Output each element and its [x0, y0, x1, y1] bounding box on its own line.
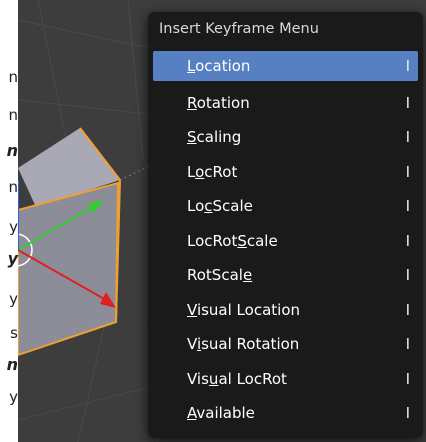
left-text-fragment: y	[9, 290, 18, 308]
left-text-fragment: n	[8, 106, 18, 124]
menu-item-shortcut: I	[405, 57, 410, 75]
menu-item-label: Visual LocRot	[187, 370, 287, 388]
label-accelerator-key: c	[204, 197, 213, 215]
label-suffix: al LocRot	[218, 369, 287, 388]
menu-item-rotation[interactable]: Rotation I	[153, 86, 418, 121]
label-prefix: V	[187, 335, 197, 353]
menu-item-locrot[interactable]: LocRot I	[153, 155, 418, 190]
menu-item-locrotscale[interactable]: LocRotScale I	[153, 224, 418, 259]
left-text-panel: nnnnyyysny	[0, 0, 18, 442]
left-text-fragment: n	[8, 178, 18, 196]
label-suffix: caling	[196, 128, 242, 146]
left-text-fragment: y	[7, 249, 18, 268]
menu-item-location[interactable]: Location I	[153, 51, 418, 81]
left-text-fragment: n	[8, 68, 18, 86]
menu-item-shortcut: I	[405, 266, 410, 284]
label-accelerator-key: L	[187, 57, 196, 75]
menu-item-visual-rotation[interactable]: Visual Rotation I	[153, 327, 418, 362]
cube-front-face[interactable]	[18, 181, 120, 357]
menu-item-label: LocScale	[187, 197, 253, 215]
label-accelerator-key: S	[237, 231, 247, 250]
left-text-fragment: s	[10, 324, 18, 342]
label-accelerator-key: o	[195, 162, 205, 181]
left-text-fragment: y	[9, 218, 18, 236]
label-accelerator-key: S	[187, 128, 197, 146]
menu-item-shortcut: I	[405, 231, 410, 250]
label-accelerator-key: A	[187, 404, 197, 422]
menu-item-shortcut: I	[405, 300, 410, 319]
menu-item-rotscale[interactable]: RotScale I	[153, 258, 418, 293]
label-suffix: isual Location	[196, 300, 300, 319]
left-text-fragment: n	[6, 141, 18, 160]
label-accelerator-key: R	[187, 93, 197, 112]
label-suffix: Scale	[212, 197, 253, 215]
menu-item-locscale[interactable]: LocScale I	[153, 189, 418, 224]
menu-item-label: Visual Location	[187, 301, 300, 319]
menu-item-available[interactable]: Available I	[153, 396, 418, 431]
menu-item-label: LocRot	[187, 163, 237, 181]
menu-items: Location I Rotation I Scaling I LocRot I LocScal…	[153, 51, 418, 431]
menu-item-visual-locrot[interactable]: Visual LocRot I	[153, 362, 418, 397]
label-suffix: cale	[246, 231, 278, 250]
left-text-fragment: n	[6, 355, 18, 374]
label-suffix: cRot	[204, 162, 238, 181]
label-prefix: RotScal	[187, 266, 243, 284]
label-prefix: Vis	[187, 369, 209, 388]
insert-keyframe-menu: Insert Keyframe Menu Location I Rotation I S…	[148, 12, 423, 438]
left-text-fragment: y	[9, 388, 18, 406]
label-accelerator-key: e	[242, 266, 253, 284]
menu-item-shortcut: I	[405, 197, 410, 215]
label-accelerator-key: u	[208, 369, 219, 388]
menu-item-scaling[interactable]: Scaling I	[153, 120, 418, 155]
menu-item-shortcut: I	[405, 369, 410, 388]
screen: nnnnyyysny Insert Keyframe Menu Location…	[0, 0, 426, 442]
menu-item-label: LocRotScale	[187, 232, 278, 250]
label-suffix: vailable	[196, 404, 255, 422]
menu-item-shortcut: I	[405, 162, 410, 181]
label-suffix: otation	[196, 93, 250, 112]
label-prefix: Lo	[187, 197, 205, 215]
label-suffix: sual Rotation	[201, 335, 300, 353]
menu-item-label: Scaling	[187, 128, 241, 146]
menu-item-label: Available	[187, 404, 255, 422]
menu-item-label: Visual Rotation	[187, 335, 299, 353]
label-prefix: L	[187, 162, 196, 181]
menu-item-shortcut: I	[405, 128, 410, 146]
menu-item-label: RotScale	[187, 266, 252, 284]
menu-item-shortcut: I	[405, 404, 410, 422]
label-accelerator-key: V	[187, 300, 197, 319]
menu-item-label: Location	[187, 57, 250, 75]
label-suffix: ocation	[195, 57, 251, 75]
label-prefix: LocRot	[187, 231, 238, 250]
menu-item-visual-location[interactable]: Visual Location I	[153, 293, 418, 328]
menu-item-shortcut: I	[405, 93, 410, 112]
menu-item-shortcut: I	[405, 335, 410, 353]
menu-title: Insert Keyframe Menu	[159, 21, 319, 37]
menu-item-label: Rotation	[187, 94, 250, 112]
